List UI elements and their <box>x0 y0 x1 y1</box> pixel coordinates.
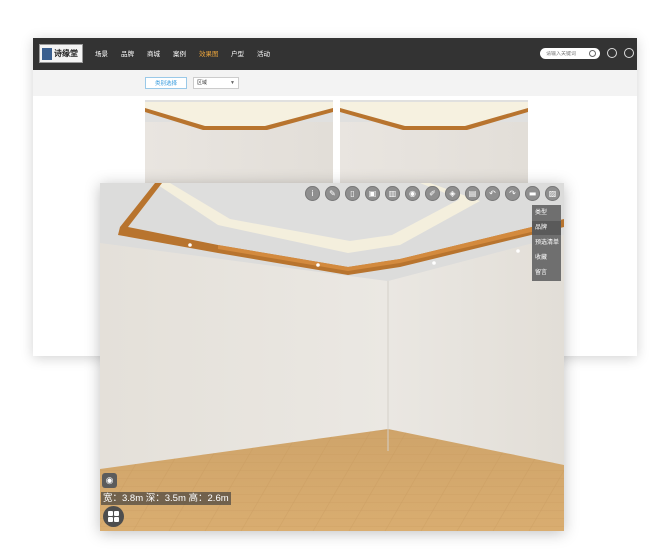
side-item-shortlist[interactable]: 预选清单 <box>532 236 561 250</box>
edit-icon[interactable]: ✐ <box>425 186 440 201</box>
filter-bar: 类别选择 区域 ▼ <box>33 70 637 96</box>
eye-icon[interactable]: ◉ <box>102 473 117 488</box>
side-item-type[interactable]: 类型 <box>532 206 561 220</box>
room-scene[interactable] <box>100 183 564 531</box>
room-3d-viewer[interactable]: i ✎ ▯ ▣ ▥ ◉ ✐ ◈ ▤ ↶ ↷ ▬ ▨ 类型 品牌 预选清单 收藏 … <box>100 183 564 531</box>
search-box[interactable] <box>540 48 600 59</box>
grid-cell <box>114 517 119 522</box>
side-item-favorites[interactable]: 收藏 <box>532 251 561 265</box>
grid-cell <box>108 511 113 516</box>
nav-item-scene[interactable]: 场景 <box>95 48 108 58</box>
cart-icon[interactable] <box>624 48 634 58</box>
search-input[interactable] <box>546 50 586 57</box>
thumbnail-trim-graphic <box>145 102 333 130</box>
nav-item-brand[interactable]: 品牌 <box>121 48 134 58</box>
nav-item-mall[interactable]: 商城 <box>147 48 160 58</box>
rendering-thumbnail[interactable] <box>145 100 333 190</box>
grid-cell <box>114 511 119 516</box>
transform-icon[interactable]: ◈ <box>445 186 460 201</box>
nav-item-renderings[interactable]: 效果图 <box>199 48 219 58</box>
floor-plan-icon[interactable]: ▣ <box>365 186 380 201</box>
side-menu: 类型 品牌 预选清单 收藏 留言 <box>532 205 561 281</box>
brand-logo[interactable]: 诗缘堂 <box>39 44 83 63</box>
nav-item-floorplans[interactable]: 户型 <box>231 48 244 58</box>
save-icon[interactable]: ▤ <box>465 186 480 201</box>
image-icon[interactable]: ▨ <box>545 186 560 201</box>
nav-item-cases[interactable]: 案例 <box>173 48 186 58</box>
side-item-messages[interactable]: 留言 <box>532 266 561 280</box>
wall-icon[interactable]: ▥ <box>385 186 400 201</box>
logo-mark-icon <box>42 47 52 60</box>
thumbnail-trim-graphic <box>340 102 528 130</box>
region-select[interactable]: 区域 ▼ <box>193 77 239 89</box>
nav-item-events[interactable]: 活动 <box>257 48 270 58</box>
grid-menu-icon[interactable] <box>103 506 124 527</box>
room-dimensions: 宽：3.8m 深：3.5m 高：2.6m <box>101 492 231 505</box>
pencil-icon[interactable]: ✎ <box>325 186 340 201</box>
side-item-brand[interactable]: 品牌 <box>532 221 561 235</box>
redo-icon[interactable]: ↷ <box>505 186 520 201</box>
chevron-down-icon: ▼ <box>230 80 235 86</box>
user-icon[interactable] <box>607 48 617 58</box>
search-icon[interactable] <box>589 50 596 57</box>
grid-cell <box>108 517 113 522</box>
delete-icon[interactable]: ▬ <box>525 186 540 201</box>
info-icon[interactable]: i <box>305 186 320 201</box>
top-nav-bar: 诗缘堂 场景 品牌 商城 案例 效果图 户型 活动 <box>33 38 637 70</box>
door-icon[interactable]: ▯ <box>345 186 360 201</box>
camera-icon[interactable]: ◉ <box>405 186 420 201</box>
undo-icon[interactable]: ↶ <box>485 186 500 201</box>
rendering-thumbnail[interactable] <box>340 100 528 190</box>
category-select-button[interactable]: 类别选择 <box>145 77 187 89</box>
